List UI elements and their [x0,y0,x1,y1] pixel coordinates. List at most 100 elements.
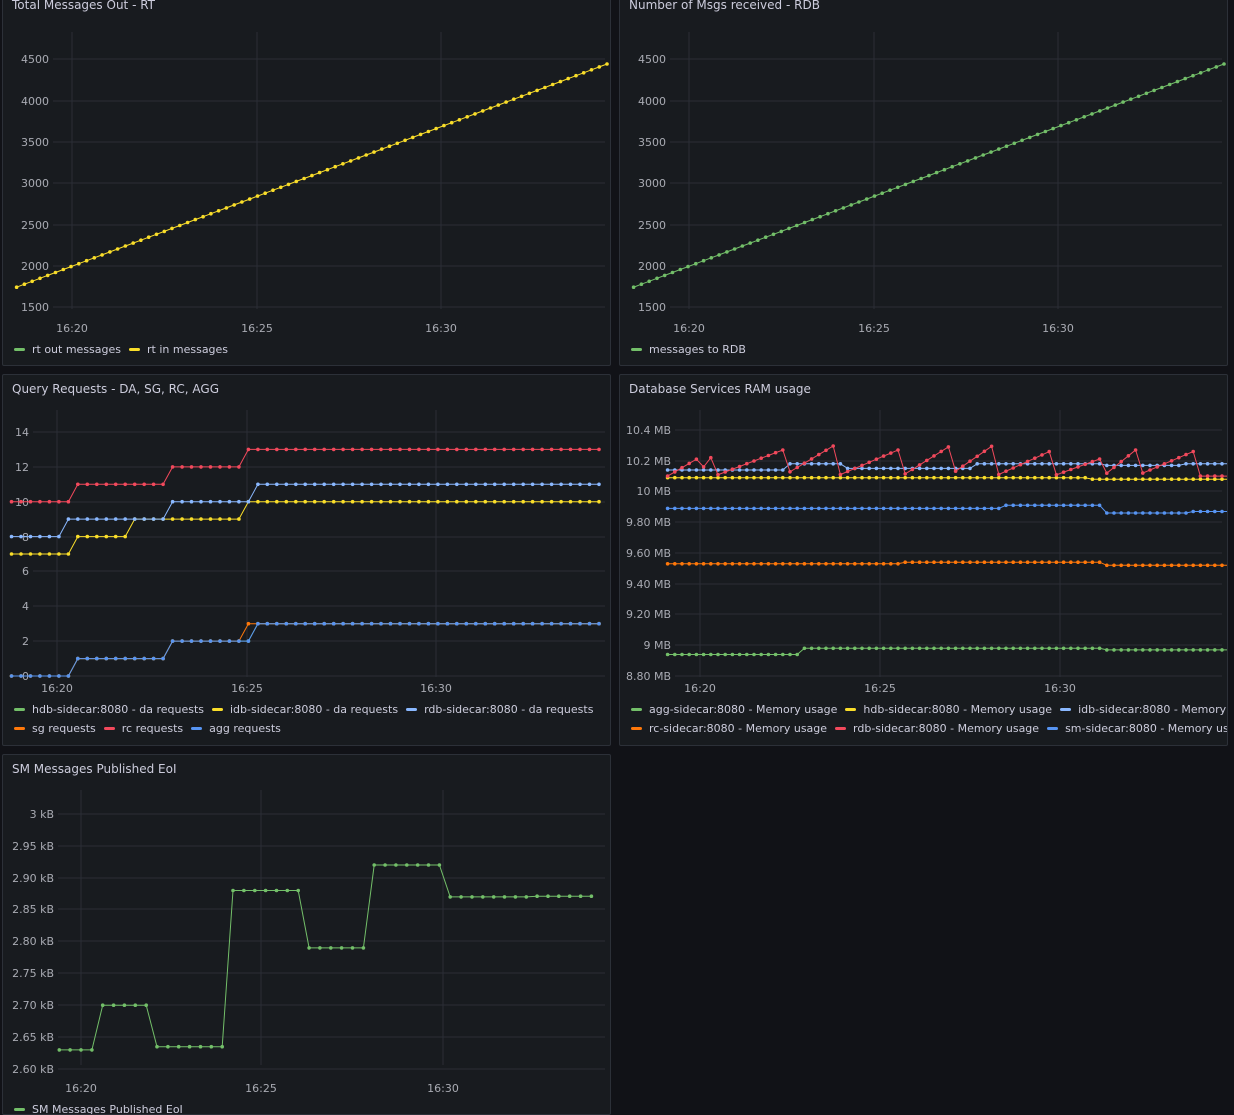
legend-item[interactable]: messages to RDB [631,343,746,356]
data-point [312,621,317,626]
legend-item[interactable]: rdb-sidecar:8080 - da requests [406,703,593,716]
x-tick-label: 16:20 [684,682,716,695]
data-point [364,153,369,157]
data-point [766,652,771,657]
data-point [1112,465,1116,470]
legend-item[interactable]: idb-sidecar:8080 - Memory usage [1060,703,1227,716]
data-point [1169,477,1174,481]
data-point [180,517,184,521]
y-tick-label: 9.60 MB [626,547,671,560]
data-point [28,499,33,504]
data-point [680,465,684,470]
data-point [22,282,27,287]
data-point [407,499,412,504]
data-point [1227,474,1228,478]
data-point [1054,473,1059,477]
data-point [189,639,194,643]
data-point [817,562,821,566]
series-hdb-sidecar-8080-da-requests [9,621,601,678]
legend-item[interactable]: rc requests [103,722,183,735]
data-point [407,447,412,452]
data-point [845,646,850,651]
y-tick-label: 2.95 kB [12,840,54,853]
data-point [932,646,936,651]
legend-item[interactable]: agg requests [191,722,281,735]
data-point [1119,459,1123,464]
legend-item[interactable]: sm-sidecar:8080 - Memory usage [1047,722,1228,735]
data-point [253,888,257,893]
data-point [896,506,900,511]
legend-label: sm-sidecar:8080 - Memory usage [1065,722,1228,735]
data-point [853,475,857,480]
data-point [680,562,684,566]
data-point [874,646,879,651]
panel-title: Number of Msgs received - RDB [629,0,820,12]
data-point [896,646,900,651]
data-point [436,447,440,452]
legend-item[interactable]: rt in messages [129,343,228,356]
data-point [1054,503,1059,508]
legend-item[interactable]: rdb-sidecar:8080 - Memory usage [835,722,1039,735]
data-point [559,499,563,504]
data-point [464,447,469,452]
data-point [209,211,213,216]
data-point [265,447,270,452]
data-point [925,646,929,651]
data-point [989,560,994,564]
legend-swatch [1047,727,1059,730]
data-point [1076,560,1080,564]
data-point [831,506,835,511]
data-point [932,454,936,458]
data-point [448,895,453,899]
data-point [317,170,322,175]
data-point [989,475,994,480]
data-point [1169,459,1174,463]
data-point [1152,88,1156,93]
data-point [881,646,886,651]
data-point [1098,109,1102,113]
data-point [788,506,792,511]
data-point [982,646,987,651]
data-point [1047,462,1051,466]
data-point [307,946,311,950]
data-point [216,209,221,213]
data-point [1047,560,1051,564]
data-point [932,475,936,480]
data-point [360,621,364,626]
data-point [132,517,137,521]
legend-item[interactable]: rc-sidecar:8080 - Memory usage [631,722,827,735]
data-point [917,475,922,480]
data-point [524,895,529,899]
data-point [483,482,488,487]
series-rc-sidecar-8080-memory-usage [665,560,1227,568]
data-point [838,475,843,480]
data-point [860,463,864,468]
data-point [227,639,232,643]
data-point [161,656,165,661]
data-point [831,562,835,566]
data-point [1004,469,1008,473]
legend-item[interactable]: SM Messages Published EoI [14,1103,183,1114]
legend-item[interactable]: sg requests [14,722,96,735]
data-point [730,467,735,471]
data-point [881,466,886,471]
data-point [849,203,853,207]
legend-item[interactable]: hdb-sidecar:8080 - da requests [14,703,204,716]
data-point [845,562,850,566]
data-point [1061,646,1066,651]
data-point [189,465,194,469]
data-point [237,517,241,521]
data-point [824,475,828,480]
data-point [1148,648,1152,652]
y-tick-label: 12 [15,461,29,474]
legend-item[interactable]: hdb-sidecar:8080 - Memory usage [845,703,1052,716]
data-point [535,894,539,898]
data-point [1213,563,1217,568]
data-point [170,499,175,504]
legend-item[interactable]: rt out messages [14,343,121,356]
legend-item[interactable]: agg-sidecar:8080 - Memory usage [631,703,837,716]
data-point [809,462,814,466]
legend-item[interactable]: idb-sidecar:8080 - da requests [212,703,398,716]
data-point [104,517,109,521]
data-point [665,506,670,511]
